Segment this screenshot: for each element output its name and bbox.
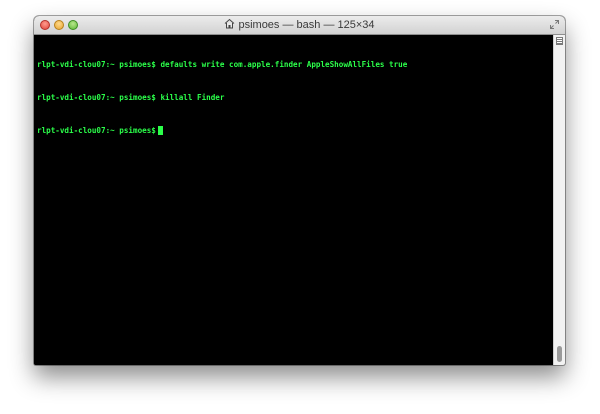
home-icon	[224, 18, 235, 29]
shell-prompt: rlpt-vdi-clou07:~ psimoes$	[37, 60, 156, 69]
window-title: psimoes — bash — 125×34	[238, 19, 375, 31]
terminal-output[interactable]: rlpt-vdi-clou07:~ psimoes$ defaults writ…	[34, 35, 553, 365]
fullscreen-icon[interactable]	[550, 20, 559, 29]
scroll-thumb[interactable]	[557, 346, 562, 362]
terminal-window: psimoes — bash — 125×34 rlpt-vdi-clou07:…	[34, 16, 565, 365]
shell-prompt: rlpt-vdi-clou07:~ psimoes$	[37, 126, 156, 135]
text-cursor	[157, 126, 163, 135]
shell-prompt: rlpt-vdi-clou07:~ psimoes$	[37, 93, 156, 102]
title-bar[interactable]: psimoes — bash — 125×34	[34, 16, 565, 35]
split-pane-icon[interactable]	[556, 37, 563, 45]
shell-command: killall Finder	[155, 93, 225, 102]
vertical-scrollbar[interactable]	[553, 35, 565, 365]
terminal-line: rlpt-vdi-clou07:~ psimoes$ killall Finde…	[37, 92, 553, 103]
terminal-line: rlpt-vdi-clou07:~ psimoes$ defaults writ…	[37, 59, 553, 70]
terminal-line: rlpt-vdi-clou07:~ psimoes$	[37, 125, 553, 136]
window-title-container: psimoes — bash — 125×34	[34, 18, 565, 31]
shell-command: defaults write com.apple.finder AppleSho…	[155, 60, 408, 69]
